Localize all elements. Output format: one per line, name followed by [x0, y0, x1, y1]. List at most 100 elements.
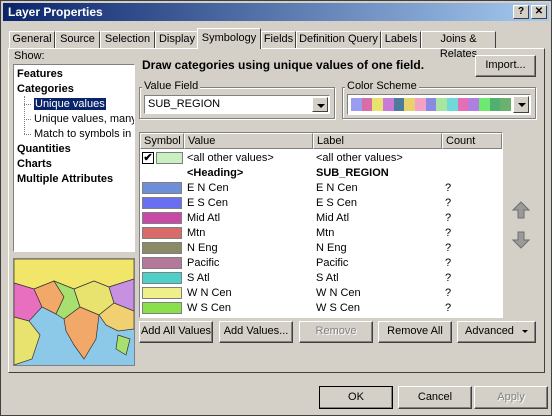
value-field-selected: SUB_REGION: [148, 98, 221, 110]
tree-multiple-attributes[interactable]: Multiple Attributes: [17, 173, 113, 185]
table-row[interactable]: W S Cen W S Cen?: [140, 301, 502, 316]
table-row-all-other[interactable]: ✔ <all other values> <all other values>: [140, 151, 502, 166]
color-ramp-swatch: [393, 98, 405, 111]
table-row[interactable]: Mtn Mtn?: [140, 226, 502, 241]
tree-charts[interactable]: Charts: [17, 158, 52, 170]
color-ramp-swatch: [500, 98, 512, 111]
symbol-swatch[interactable]: [142, 212, 182, 224]
row-label: Mtn: [316, 227, 335, 239]
table-row[interactable]: N Eng N Eng?: [140, 241, 502, 256]
tree-features[interactable]: Features: [17, 68, 63, 80]
value-field-dropdown-arrow[interactable]: [312, 97, 328, 112]
color-ramp-swatch: [404, 98, 416, 111]
color-ramp-swatch: [415, 98, 427, 111]
row-value: Mtn: [187, 227, 206, 239]
row-count: ?: [445, 287, 452, 299]
symbol-swatch[interactable]: [142, 227, 182, 239]
tab-labels[interactable]: Labels: [381, 31, 421, 48]
add-all-values-button[interactable]: Add All Values: [139, 321, 213, 343]
tree-unique-values-many[interactable]: Unique values, many f: [34, 113, 134, 125]
tab-general[interactable]: General: [9, 31, 55, 48]
add-values-button[interactable]: Add Values...: [219, 321, 293, 343]
table-row-heading[interactable]: <Heading> SUB_REGION: [140, 166, 502, 181]
row-heading-label: SUB_REGION: [316, 167, 389, 179]
color-ramp-swatch: [436, 98, 448, 111]
symbol-class-list[interactable]: Symbol Value Label Count ✔ <all other va…: [139, 132, 503, 318]
help-button[interactable]: ?: [513, 5, 529, 19]
tab-source[interactable]: Source: [55, 31, 100, 48]
symbol-swatch[interactable]: [156, 152, 183, 164]
symbol-swatch[interactable]: [142, 257, 182, 269]
header-symbol[interactable]: Symbol: [140, 133, 184, 149]
symbol-swatch[interactable]: [142, 197, 182, 209]
import-button[interactable]: Import...: [475, 55, 536, 77]
symbol-swatch[interactable]: [142, 272, 182, 284]
symbol-swatch[interactable]: [142, 287, 182, 299]
color-ramp-preview: [351, 98, 512, 111]
ok-button[interactable]: OK: [319, 386, 393, 409]
color-ramp-swatch: [383, 98, 395, 111]
tree-connector: [24, 119, 31, 120]
symbol-swatch[interactable]: [142, 302, 182, 314]
preview-map-image: [13, 258, 135, 366]
title-bar[interactable]: Layer Properties ? ✕: [3, 3, 549, 21]
row-count: ?: [445, 182, 452, 194]
all-other-checkbox[interactable]: ✔: [142, 152, 154, 164]
color-ramp-swatch: [479, 98, 491, 111]
tree-match-symbols[interactable]: Match to symbols in a: [34, 128, 134, 140]
row-label: W S Cen: [316, 302, 361, 314]
tab-symbology[interactable]: Symbology: [197, 28, 261, 49]
color-scheme-label: Color Scheme: [345, 80, 419, 92]
row-count: ?: [445, 227, 452, 239]
header-value[interactable]: Value: [184, 133, 313, 149]
color-ramp-swatch: [372, 98, 384, 111]
table-row[interactable]: Pacific Pacific?: [140, 256, 502, 271]
table-row[interactable]: S Atl S Atl?: [140, 271, 502, 286]
apply-button-label: Apply: [497, 391, 525, 403]
advanced-button[interactable]: Advanced: [457, 321, 536, 343]
row-label: N Eng: [316, 242, 347, 254]
header-count[interactable]: Count: [442, 133, 502, 149]
symbology-description: Draw categories using unique values of o…: [142, 58, 425, 72]
close-button[interactable]: ✕: [531, 5, 547, 19]
remove-all-button[interactable]: Remove All: [378, 321, 452, 343]
cancel-button[interactable]: Cancel: [398, 386, 472, 409]
color-scheme-dropdown-arrow[interactable]: [513, 96, 529, 113]
symbol-swatch[interactable]: [142, 242, 182, 254]
tree-quantities[interactable]: Quantities: [17, 143, 71, 155]
header-label[interactable]: Label: [313, 133, 442, 149]
move-up-button[interactable]: [510, 199, 532, 221]
table-row[interactable]: E S Cen E S Cen?: [140, 196, 502, 211]
tab-selection[interactable]: Selection: [100, 31, 155, 48]
remove-button[interactable]: Remove: [299, 321, 373, 343]
tree-categories[interactable]: Categories: [17, 83, 74, 95]
row-value: E S Cen: [187, 197, 228, 209]
move-down-button[interactable]: [510, 229, 532, 251]
row-label: Pacific: [316, 257, 349, 269]
table-row[interactable]: E N Cen E N Cen?: [140, 181, 502, 196]
table-row[interactable]: W N Cen W N Cen?: [140, 286, 502, 301]
row-count: ?: [445, 272, 452, 284]
tab-joins-relates[interactable]: Joins & Relates: [421, 31, 496, 60]
tab-fields[interactable]: Fields: [261, 31, 296, 48]
value-field-dropdown[interactable]: SUB_REGION: [144, 95, 330, 114]
color-ramp-swatch: [425, 98, 437, 111]
row-label: <all other values>: [316, 152, 403, 164]
row-label: E N Cen: [316, 182, 358, 194]
color-scheme-dropdown[interactable]: [347, 94, 531, 115]
row-label: E S Cen: [316, 197, 357, 209]
layer-properties-dialog: Layer Properties ? ✕ General Source Sele…: [0, 0, 552, 416]
symbol-swatch[interactable]: [142, 182, 182, 194]
apply-button[interactable]: Apply: [474, 386, 548, 409]
value-field-label: Value Field: [142, 80, 201, 92]
row-label: W N Cen: [316, 287, 361, 299]
tab-display[interactable]: Display: [155, 31, 199, 48]
tree-unique-values[interactable]: Unique values: [34, 98, 106, 110]
color-ramp-swatch: [361, 98, 373, 111]
row-value: <all other values>: [187, 152, 274, 164]
row-count: ?: [445, 242, 452, 254]
renderer-tree[interactable]: Features Categories Unique values Unique…: [13, 64, 135, 252]
tab-definition-query[interactable]: Definition Query: [296, 31, 381, 48]
table-row[interactable]: Mid Atl Mid Atl?: [140, 211, 502, 226]
row-value: E N Cen: [187, 182, 229, 194]
